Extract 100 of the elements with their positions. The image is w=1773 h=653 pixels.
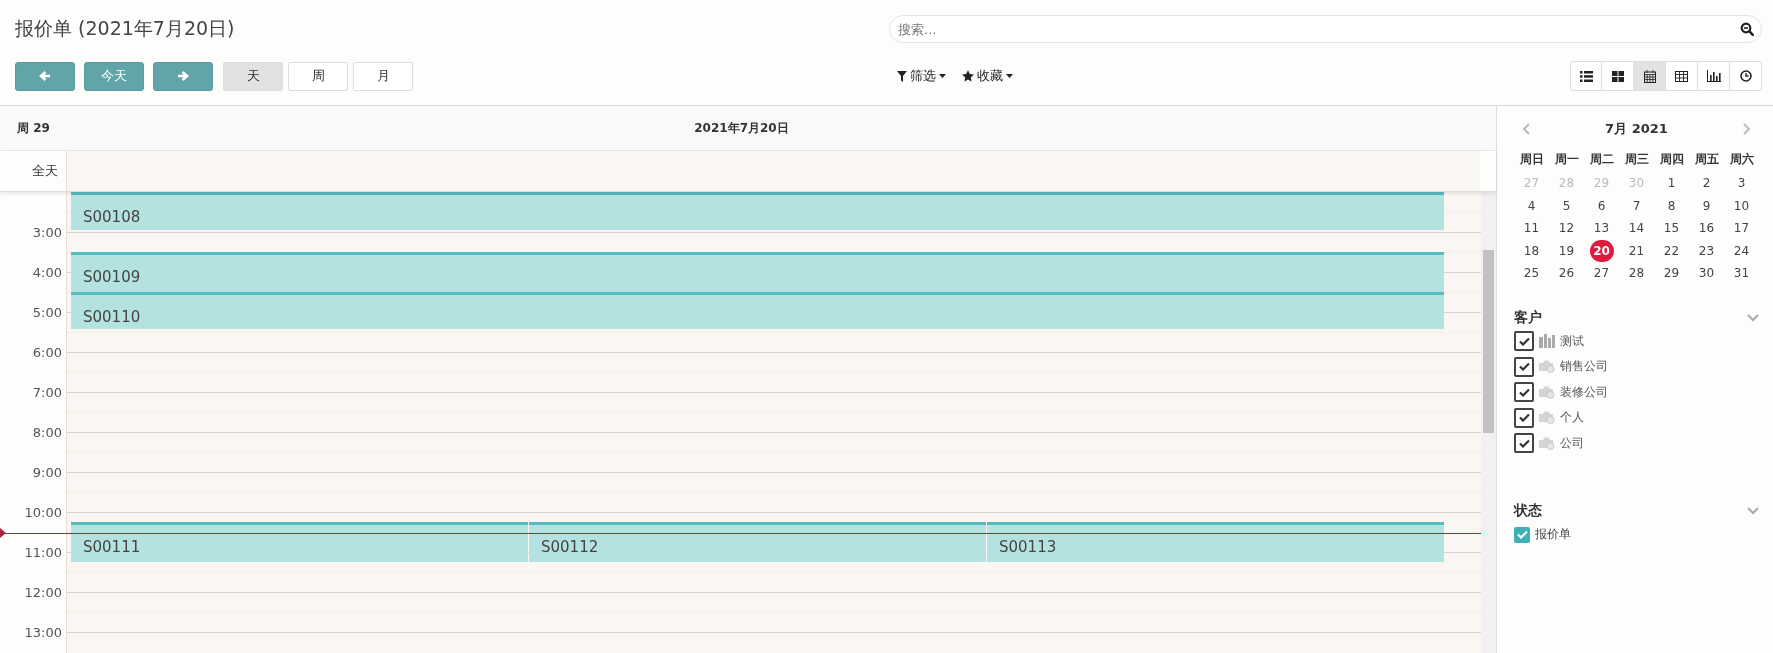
graph-view-button[interactable] xyxy=(1698,61,1730,91)
calendar-day[interactable]: 8 xyxy=(1659,194,1684,217)
calendar-day[interactable]: 2 xyxy=(1694,172,1719,195)
calendar-event[interactable]: S00108 xyxy=(71,192,1444,230)
check-icon xyxy=(1518,336,1530,346)
calendar-event[interactable]: S00111 xyxy=(71,522,528,562)
calendar-day[interactable]: 11 xyxy=(1519,217,1544,240)
list-icon xyxy=(1579,70,1593,82)
caret-icon xyxy=(939,74,946,78)
hour-label: 8:00 xyxy=(32,424,62,440)
buildings-avatar-icon xyxy=(1539,334,1555,349)
calendar-day[interactable]: 17 xyxy=(1729,217,1754,240)
star-icon xyxy=(962,70,974,82)
table-icon xyxy=(1675,70,1688,82)
calendar-day[interactable]: 24 xyxy=(1729,239,1754,262)
hour-label: 13:00 xyxy=(24,624,62,640)
checkbox[interactable] xyxy=(1514,433,1534,454)
checkbox[interactable] xyxy=(1514,356,1534,377)
calendar-day[interactable]: 15 xyxy=(1659,217,1684,240)
week-number: 周 29 xyxy=(16,119,51,137)
calendar-day[interactable]: 10 xyxy=(1729,194,1754,217)
scrollbar[interactable] xyxy=(1481,192,1496,653)
weekday-label: 周日 xyxy=(1518,151,1545,168)
dropdown-menu-button[interactable]: 筛选 xyxy=(897,67,946,85)
calendar-day[interactable]: 22 xyxy=(1659,239,1684,262)
calendar-day[interactable]: 21 xyxy=(1624,239,1649,262)
calendar-day[interactable]: 4 xyxy=(1519,194,1544,217)
filter-option-label: 报价单 xyxy=(1535,526,1571,544)
filter-option-label: 公司 xyxy=(1560,434,1584,452)
pivot-view-button[interactable] xyxy=(1666,61,1698,91)
calendar-day[interactable]: 20 xyxy=(1589,239,1614,262)
calendar-day[interactable]: 9 xyxy=(1694,194,1719,217)
filter-section-title: 客户 xyxy=(1514,308,1542,327)
hour-label: 5:00 xyxy=(32,304,62,320)
calendar-day[interactable]: 13 xyxy=(1589,217,1614,240)
weekday-label: 周二 xyxy=(1588,151,1615,168)
grid-icon xyxy=(1611,70,1624,82)
hour-label: 11:00 xyxy=(24,544,62,560)
right-arrow-icon xyxy=(177,70,189,82)
calendar-day[interactable]: 14 xyxy=(1624,217,1649,240)
camera-avatar-icon xyxy=(1539,436,1555,450)
checkbox[interactable] xyxy=(1514,382,1534,403)
month-title: 7月 2021 xyxy=(1605,120,1668,138)
search-field[interactable]: 搜索... xyxy=(889,15,1762,43)
calendar-day[interactable]: 31 xyxy=(1729,262,1754,285)
kanban-view-button[interactable] xyxy=(1602,61,1634,91)
calendar-event[interactable]: S00110 xyxy=(71,292,1444,329)
weekday-label: 周一 xyxy=(1553,151,1580,168)
calendar-day[interactable]: 25 xyxy=(1519,262,1544,285)
weekday-label: 周三 xyxy=(1623,151,1650,168)
calendar-day[interactable]: 1 xyxy=(1659,172,1684,195)
calendar-day[interactable]: 3 xyxy=(1729,172,1754,195)
check-icon xyxy=(1518,438,1530,448)
day-header: 2021年7月20日 xyxy=(693,119,790,137)
bar-chart-icon xyxy=(1706,70,1721,82)
checkbox[interactable] xyxy=(1514,407,1534,428)
calendar-day[interactable]: 23 xyxy=(1694,239,1719,262)
page-title: 报价单 (2021年7月20日) xyxy=(15,16,235,41)
calendar-event[interactable]: S00112 xyxy=(529,522,986,562)
check-icon xyxy=(1518,387,1530,397)
scale-tab[interactable]: 月 xyxy=(353,61,413,91)
filter-icon xyxy=(897,70,907,82)
camera-avatar-icon xyxy=(1539,411,1555,425)
calendar-day[interactable]: 29 xyxy=(1659,262,1684,285)
check-icon xyxy=(1516,530,1528,540)
next-button[interactable] xyxy=(153,61,213,91)
calendar-event[interactable]: S00109 xyxy=(71,252,1444,292)
checkbox[interactable] xyxy=(1514,331,1534,352)
hour-label: 7:00 xyxy=(32,384,62,400)
filter-option-label: 测试 xyxy=(1560,332,1584,350)
calendar-day[interactable]: 30 xyxy=(1694,262,1719,285)
scale-tab[interactable]: 周 xyxy=(288,61,348,91)
calendar-day[interactable]: 6 xyxy=(1589,194,1614,217)
calendar-icon xyxy=(1643,69,1656,83)
calendar-day[interactable]: 5 xyxy=(1554,194,1579,217)
calendar-view-button[interactable] xyxy=(1634,61,1666,91)
filter-option-label: 装修公司 xyxy=(1560,383,1608,401)
dropdown-menu-button[interactable]: 收藏 xyxy=(962,67,1013,85)
filter-option-label: 个人 xyxy=(1560,409,1584,427)
calendar-day[interactable]: 19 xyxy=(1554,239,1579,262)
activity-view-button[interactable] xyxy=(1730,61,1762,91)
camera-avatar-icon xyxy=(1539,385,1555,399)
caret-icon xyxy=(1006,74,1013,78)
calendar-day[interactable]: 28 xyxy=(1624,262,1649,285)
calendar-day[interactable]: 27 xyxy=(1589,262,1614,285)
calendar-day[interactable]: 7 xyxy=(1624,194,1649,217)
hour-label: 9:00 xyxy=(32,464,62,480)
calendar-event[interactable]: S00113 xyxy=(987,522,1444,562)
previous-button[interactable] xyxy=(15,61,75,91)
clock-icon xyxy=(1739,70,1752,82)
checkbox[interactable] xyxy=(1514,526,1530,543)
hour-label: 4:00 xyxy=(32,264,62,280)
camera-avatar-icon xyxy=(1539,360,1555,374)
calendar-day[interactable]: 12 xyxy=(1554,217,1579,240)
calendar-day[interactable]: 16 xyxy=(1694,217,1719,240)
calendar-day[interactable]: 26 xyxy=(1554,262,1579,285)
list-view-button[interactable] xyxy=(1570,61,1602,91)
calendar-day[interactable]: 18 xyxy=(1519,239,1544,262)
hour-label: 6:00 xyxy=(32,344,62,360)
scale-tab[interactable]: 天 xyxy=(223,61,283,91)
